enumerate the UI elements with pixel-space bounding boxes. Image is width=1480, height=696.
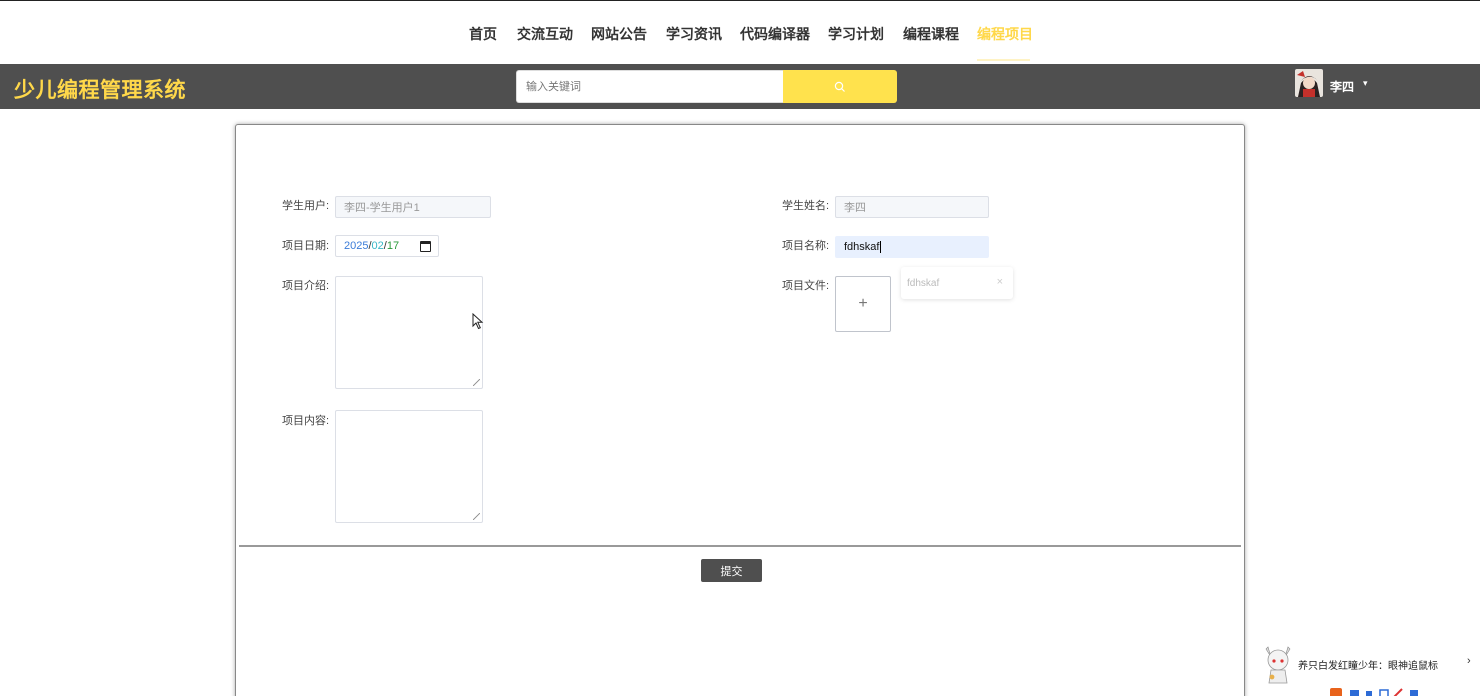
resize-handle-icon[interactable] xyxy=(473,379,480,386)
top-nav: 首页 交流互动 网站公告 学习资讯 代码编译器 学习计划 编程课程 编程项目 xyxy=(0,0,1480,64)
student-name-field: 李四 xyxy=(835,196,989,218)
nav-item-home[interactable]: 首页 xyxy=(469,24,497,44)
project-name-value: fdhskaf xyxy=(844,241,880,253)
mascot-icon xyxy=(1265,646,1291,684)
date-day: 17 xyxy=(386,240,400,252)
nav-item-announcements[interactable]: 网站公告 xyxy=(591,24,647,44)
search-button[interactable] xyxy=(783,70,897,103)
mouse-cursor-icon xyxy=(472,313,484,330)
student-user-field: 李四-学生用户1 xyxy=(335,196,491,218)
project-date-label: 项目日期: xyxy=(282,240,330,252)
student-user-label: 学生用户: xyxy=(282,200,330,212)
text-caret xyxy=(880,241,882,253)
site-logo[interactable]: 少儿编程管理系统 xyxy=(14,74,186,104)
nav-item-study-plan[interactable]: 学习计划 xyxy=(828,24,884,44)
nav-item-courses[interactable]: 编程课程 xyxy=(903,24,959,44)
tray-icons xyxy=(1330,685,1480,696)
student-name-label: 学生姓名: xyxy=(782,200,830,212)
chevron-right-icon[interactable]: › xyxy=(1467,655,1471,667)
search-icon xyxy=(834,81,845,92)
chevron-down-icon[interactable]: ▾ xyxy=(1363,78,1368,89)
header-bar: 少儿编程管理系统 李四 ▾ xyxy=(0,64,1480,109)
project-form-panel: 学生用户: 李四-学生用户1 学生姓名: 李四 项目日期: 2025/02/17… xyxy=(235,124,1245,696)
nav-item-news[interactable]: 学习资讯 xyxy=(666,24,722,44)
project-name-input[interactable]: fdhskaf xyxy=(835,236,989,258)
date-month: 02 xyxy=(371,240,384,252)
project-file-label: 项目文件: xyxy=(782,280,830,292)
widget-message: 养只白发红瞳少年：眼神追鼠标 xyxy=(1298,661,1438,672)
nav-item-projects[interactable]: 编程项目 xyxy=(977,24,1033,44)
plus-icon: + xyxy=(858,295,868,312)
user-name[interactable]: 李四 xyxy=(1330,78,1354,95)
project-name-label: 项目名称: xyxy=(782,240,830,252)
active-nav-indicator xyxy=(977,59,1030,61)
project-content-textarea[interactable] xyxy=(335,410,483,523)
date-year: 2025 xyxy=(344,240,369,252)
calendar-icon[interactable] xyxy=(420,241,431,252)
close-icon[interactable]: × xyxy=(997,276,1003,288)
project-intro-label: 项目介绍: xyxy=(282,280,330,292)
nav-item-forum[interactable]: 交流互动 xyxy=(517,24,573,44)
uploaded-file-name: fdhskaf xyxy=(907,277,940,289)
project-date-field[interactable]: 2025/02/17 xyxy=(335,235,439,257)
project-intro-textarea[interactable] xyxy=(335,276,483,389)
search-input[interactable] xyxy=(516,70,783,103)
project-content-label: 项目内容: xyxy=(282,415,330,427)
uploaded-file-item: fdhskaf × xyxy=(901,267,1013,299)
mascot-widget[interactable]: 养只白发红瞳少年：眼神追鼠标 › xyxy=(1262,641,1480,696)
nav-item-compiler[interactable]: 代码编译器 xyxy=(740,24,810,44)
file-upload-button[interactable]: + xyxy=(835,276,891,332)
form-divider xyxy=(239,545,1241,547)
submit-button[interactable]: 提交 xyxy=(701,559,762,582)
avatar[interactable] xyxy=(1295,69,1323,97)
resize-handle-icon[interactable] xyxy=(473,513,480,520)
